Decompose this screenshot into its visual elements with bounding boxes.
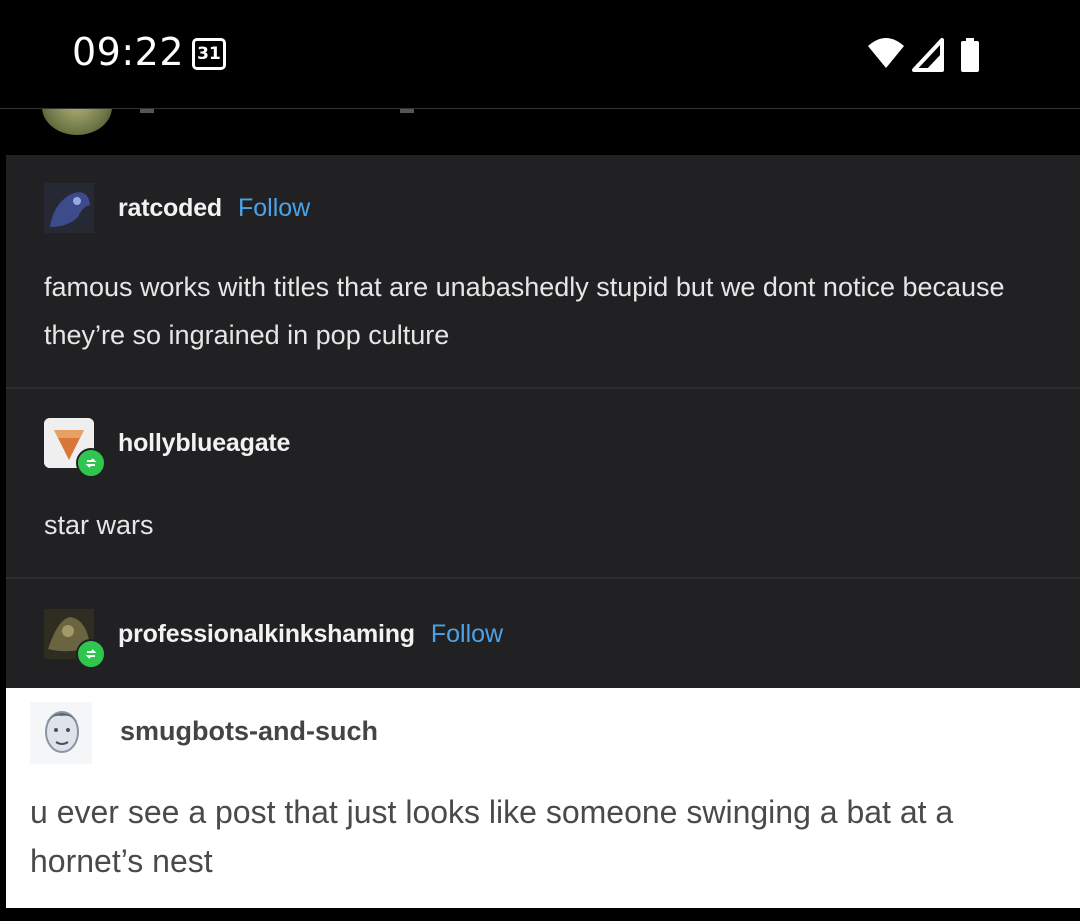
quoted-post: smugbots-and-such u ever see a post that… xyxy=(6,688,1080,908)
avatar[interactable] xyxy=(30,702,92,764)
avatar-image xyxy=(44,183,94,233)
previous-post-strip xyxy=(0,109,1080,155)
post-text: u ever see a post that just looks like s… xyxy=(30,794,954,879)
status-icons xyxy=(866,36,1006,72)
bottom-edge xyxy=(0,908,1080,921)
avatar-image xyxy=(30,702,92,764)
avatar[interactable] xyxy=(44,183,94,233)
avatar xyxy=(42,109,112,135)
follow-button[interactable]: Follow xyxy=(238,194,310,223)
reblog-section: ratcoded Follow famous works with titles… xyxy=(6,155,1080,387)
reblog-icon xyxy=(76,448,106,478)
username[interactable]: hollyblueagate xyxy=(118,429,290,458)
cell-signal-icon xyxy=(912,38,944,72)
post-text: star wars xyxy=(44,510,154,540)
reblog-section: hollyblueagate star wars xyxy=(6,389,1080,577)
reblog-icon xyxy=(76,639,106,669)
username[interactable]: ratcoded xyxy=(118,194,222,223)
post-header: hollyblueagate xyxy=(44,417,290,478)
username[interactable]: professionalkinkshaming xyxy=(118,620,415,649)
avatar[interactable] xyxy=(44,609,106,669)
follow-button[interactable]: Follow xyxy=(431,620,503,649)
status-time: 09:22 xyxy=(72,30,185,74)
calendar-icon: 31 xyxy=(192,38,226,70)
reblog-section: professionalkinkshaming Follow xyxy=(6,579,1080,688)
battery-icon xyxy=(961,38,979,72)
avatar[interactable] xyxy=(44,418,106,478)
status-bar: 09:22 31 xyxy=(0,0,1080,108)
post-card: ratcoded Follow famous works with titles… xyxy=(6,155,1080,688)
wifi-icon xyxy=(868,38,904,68)
post-header: ratcoded Follow xyxy=(44,182,310,234)
post-header: professionalkinkshaming Follow xyxy=(44,608,503,669)
username[interactable]: smugbots-and-such xyxy=(120,716,378,747)
post-text: famous works with titles that are unabas… xyxy=(44,272,1005,350)
